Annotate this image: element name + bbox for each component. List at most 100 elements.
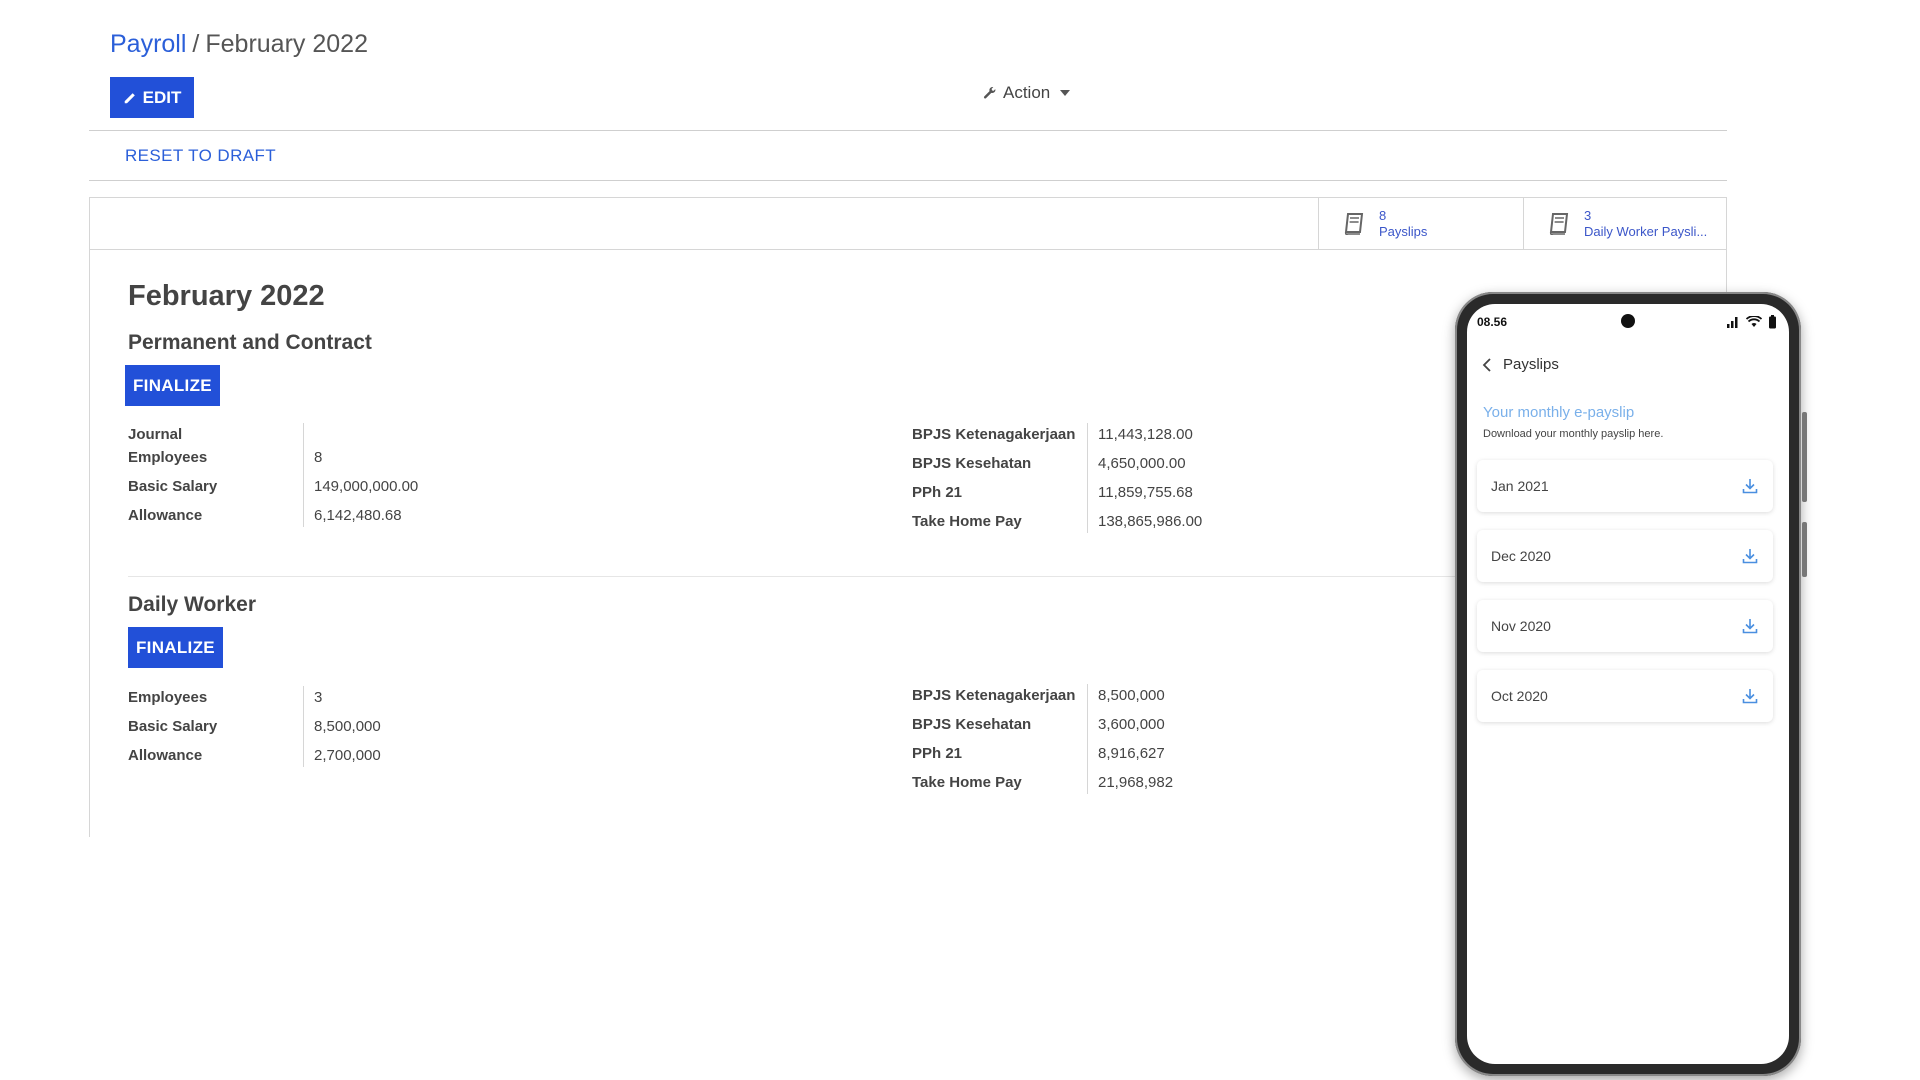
payslips-smart-button[interactable]: 8 Payslips (1318, 198, 1523, 249)
back-arrow-icon[interactable] (1481, 357, 1493, 373)
phone-mockup: 08.56 Payslips Your monthly e-payslip Do… (1455, 292, 1807, 1076)
field-row-bpjs-ketenagakerjaan: BPJS Ketenagakerjaan 8,500,000 (912, 684, 1312, 707)
field-label: Journal (128, 426, 183, 443)
field-label: Employees (128, 689, 208, 706)
daily-worker-payslips-smart-button[interactable]: 3 Daily Worker Paysli... (1523, 198, 1728, 249)
field-row-take-home-pay: Take Home Pay 21,968,982 (912, 771, 1312, 794)
action-dropdown[interactable]: Action (983, 83, 1071, 103)
field-label: Employees (128, 449, 208, 466)
field-label: PPh 21 (912, 745, 963, 762)
payslip-card[interactable]: Dec 2020 (1477, 530, 1773, 582)
action-dropdown-label: Action (1003, 83, 1051, 102)
field-row-take-home-pay: Take Home Pay 138,865,986.00 (912, 510, 1312, 533)
field-value: 6,142,480.68 (314, 507, 402, 524)
field-label: Basic Salary (128, 478, 218, 495)
field-value: 138,865,986.00 (1098, 513, 1203, 530)
download-icon[interactable] (1741, 617, 1759, 635)
pencil-icon (124, 92, 135, 103)
payslip-month: Jan 2021 (1491, 478, 1549, 494)
edit-button[interactable]: EDIT (110, 77, 194, 118)
field-divider (1087, 684, 1088, 794)
field-label: Allowance (128, 507, 203, 524)
download-icon[interactable] (1741, 477, 1759, 495)
field-row-employees: Employees 8 (128, 446, 428, 469)
wifi-icon (1746, 316, 1762, 327)
front-camera (1621, 314, 1635, 328)
status-time: 08.56 (1477, 315, 1508, 329)
field-label: BPJS Ketenagakerjaan (912, 426, 1076, 443)
signal-icon (1727, 317, 1738, 328)
field-label: Allowance (128, 747, 203, 764)
field-value: 8 (314, 449, 323, 466)
phone-screen: 08.56 Payslips Your monthly e-payslip Do… (1467, 304, 1789, 1064)
field-value: 8,500,000 (314, 718, 381, 735)
field-value: 3,600,000 (1098, 716, 1165, 733)
breadcrumb: Payroll / February 2022 (110, 30, 368, 59)
e-payslip-heading: Your monthly e-payslip (1483, 404, 1635, 421)
breadcrumb-separator: / (192, 30, 200, 58)
field-value: 11,443,128.00 (1098, 426, 1193, 443)
daily-summary-right: BPJS Ketenagakerjaan 8,500,000 BPJS Kese… (912, 684, 1312, 794)
field-value: 11,859,755.68 (1098, 484, 1193, 501)
field-row-allowance: Allowance 2,700,000 (128, 744, 428, 767)
field-value: 21,968,982 (1098, 774, 1174, 791)
edit-button-label: EDIT (142, 87, 182, 107)
finalize-permanent-button[interactable]: FINALIZE (125, 365, 220, 406)
field-row-employees: Employees 3 (128, 686, 428, 709)
divider (89, 130, 1727, 131)
field-value: 8,916,627 (1098, 745, 1165, 762)
payslip-month: Dec 2020 (1491, 548, 1551, 564)
field-label: Take Home Pay (912, 513, 1022, 530)
field-value: 149,000,000.00 (314, 478, 419, 495)
battery-icon (1769, 315, 1776, 329)
payslip-month: Oct 2020 (1491, 688, 1548, 704)
field-divider (303, 686, 304, 767)
field-row-basic-salary: Basic Salary 8,500,000 (128, 715, 428, 738)
field-row-pph21: PPh 21 8,916,627 (912, 742, 1312, 765)
divider (89, 180, 1727, 181)
field-row-allowance: Allowance 6,142,480.68 (128, 504, 428, 527)
field-row-journal: Journal (128, 423, 428, 446)
download-icon[interactable] (1741, 547, 1759, 565)
section-divider (128, 576, 1538, 577)
daily-worker-payslips-count: 3 (1584, 207, 1592, 223)
field-divider (1087, 423, 1088, 533)
book-icon (1549, 212, 1569, 235)
field-row-bpjs-kesehatan: BPJS Kesehatan 3,600,000 (912, 713, 1312, 736)
daily-worker-payslips-label: Daily Worker Paysli... (1584, 223, 1708, 239)
e-payslip-subheading: Download your monthly payslip here. (1483, 428, 1664, 440)
payslip-card[interactable]: Jan 2021 (1477, 460, 1773, 512)
payslip-card[interactable]: Nov 2020 (1477, 600, 1773, 652)
field-label: BPJS Kesehatan (912, 455, 1032, 472)
field-value: 4,650,000.00 (1098, 455, 1186, 472)
smart-button-box: 8 Payslips 3 Daily Worker Paysli... (90, 198, 1726, 250)
section-title-permanent: Permanent and Contract (128, 331, 372, 354)
field-row-bpjs-ketenagakerjaan: BPJS Ketenagakerjaan 11,443,128.00 (912, 423, 1312, 446)
permanent-summary-right: BPJS Ketenagakerjaan 11,443,128.00 BPJS … (912, 423, 1312, 533)
field-row-basic-salary: Basic Salary 149,000,000.00 (128, 475, 428, 498)
finalize-daily-worker-button[interactable]: FINALIZE (128, 627, 223, 668)
app-header-title: Payslips (1503, 356, 1559, 373)
payslip-card[interactable]: Oct 2020 (1477, 670, 1773, 722)
field-label: Basic Salary (128, 718, 218, 735)
field-row-bpjs-kesehatan: BPJS Kesehatan 4,650,000.00 (912, 452, 1312, 475)
wrench-icon (983, 87, 996, 99)
breadcrumb-payroll-link[interactable]: Payroll (110, 30, 186, 59)
field-label: BPJS Ketenagakerjaan (912, 687, 1076, 704)
phone-power-button (1802, 522, 1807, 577)
field-label: Take Home Pay (912, 774, 1022, 791)
section-title-daily-worker: Daily Worker (128, 593, 256, 616)
field-value: 2,700,000 (314, 747, 381, 764)
download-icon[interactable] (1741, 687, 1759, 705)
sheet-title: February 2022 (128, 280, 325, 312)
book-icon (1344, 212, 1364, 235)
payslips-label: Payslips (1379, 223, 1428, 239)
reset-to-draft-button[interactable]: RESET TO DRAFT (125, 146, 276, 166)
field-value: 8,500,000 (1098, 687, 1165, 704)
caret-down-icon (1060, 90, 1071, 96)
payslip-month: Nov 2020 (1491, 618, 1551, 634)
daily-summary-left: Employees 3 Basic Salary 8,500,000 Allow… (128, 686, 428, 767)
field-value: 3 (314, 689, 323, 706)
app-header: Payslips (1481, 356, 1559, 373)
payslips-count: 8 (1379, 207, 1387, 223)
